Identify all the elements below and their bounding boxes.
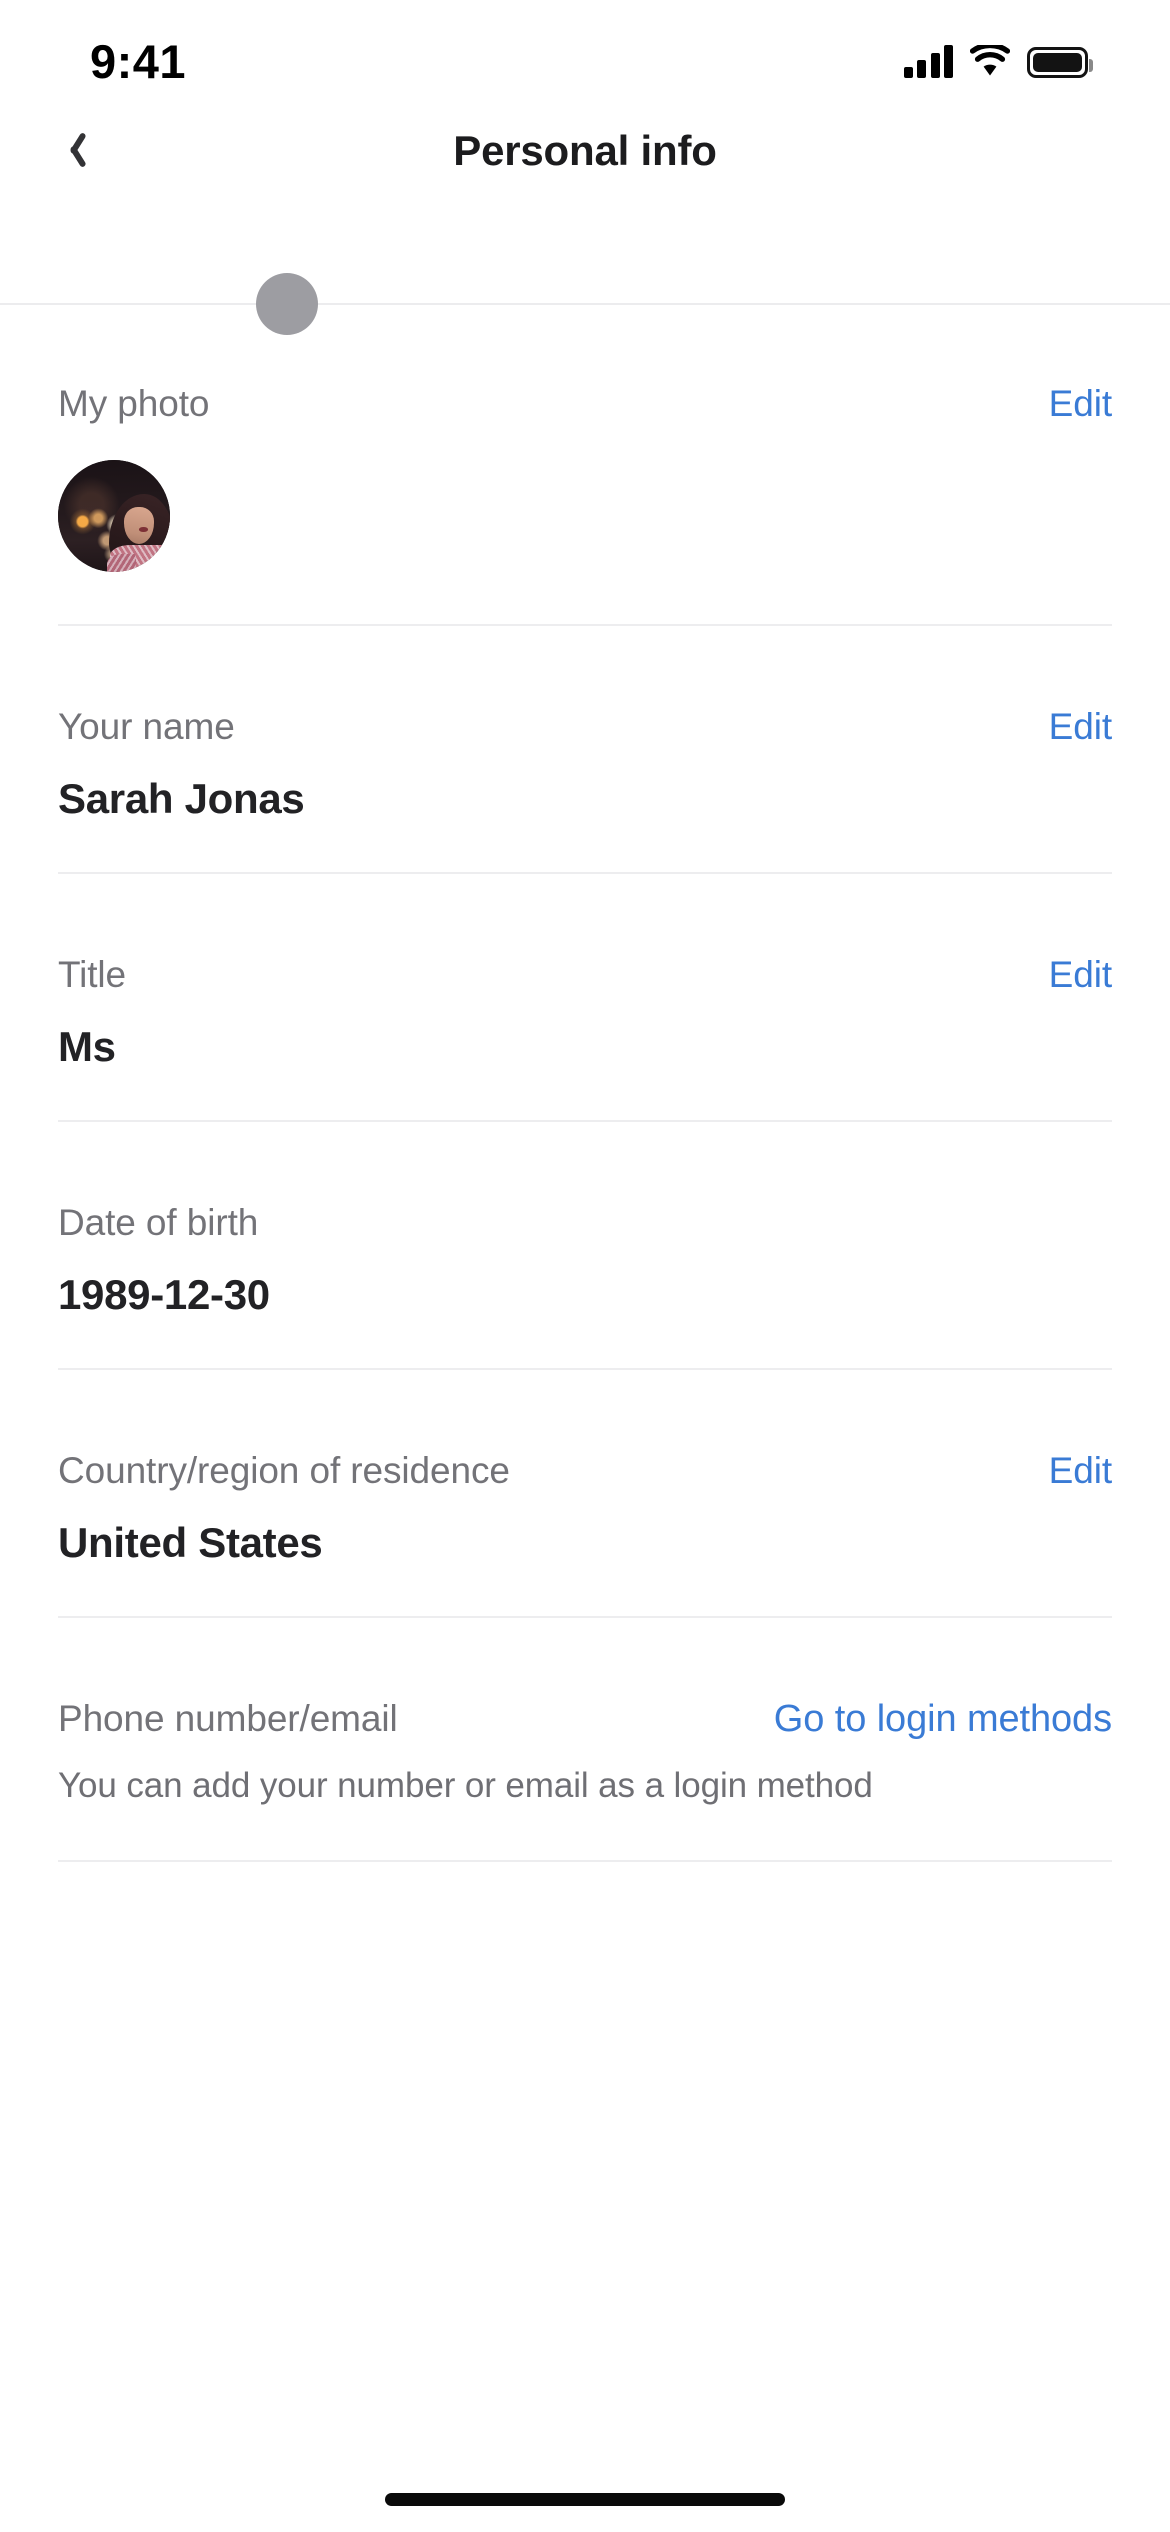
back-button[interactable]	[30, 106, 118, 194]
status-bar: 9:41	[0, 0, 1170, 108]
home-indicator-bar[interactable]	[385, 2493, 785, 2506]
list-item-date-of-birth: Date of birth 1989-12-30	[0, 1122, 1170, 1316]
row-divider	[58, 1859, 1112, 1862]
avatar-jacket-left	[107, 554, 137, 572]
status-bar-indicators	[903, 42, 1093, 78]
avatar-container[interactable]	[58, 422, 1112, 572]
avatar-lips	[138, 527, 148, 532]
edit-country-button[interactable]: Edit	[1049, 1452, 1112, 1489]
list-item-label: My photo	[58, 383, 210, 424]
list-item-value: Sarah Jonas	[58, 775, 305, 822]
cellular-signal-icon	[903, 44, 953, 78]
list-item-hint: You can add your number or email as a lo…	[58, 1766, 873, 1805]
go-to-login-methods-link[interactable]: Go to login methods	[774, 1700, 1112, 1738]
list-item-my-photo: My photo Edit	[0, 303, 1170, 572]
edit-photo-button[interactable]: Edit	[1049, 385, 1112, 422]
personal-info-list: My photo Edit Your name Edit Sarah Jonas	[0, 303, 1170, 1862]
status-bar-time: 9:41	[90, 34, 187, 88]
list-item-value: Ms	[58, 1023, 116, 1070]
edit-title-button[interactable]: Edit	[1049, 956, 1112, 993]
list-item-title: Title Edit Ms	[0, 874, 1170, 1068]
battery-full-icon	[1027, 47, 1093, 78]
list-item-value: United States	[58, 1519, 323, 1566]
edit-name-button[interactable]: Edit	[1049, 708, 1112, 745]
list-item-country-region: Country/region of residence Edit United …	[0, 1370, 1170, 1564]
list-item-your-name: Your name Edit Sarah Jonas	[0, 626, 1170, 820]
list-item-label: Phone number/email	[58, 1698, 398, 1739]
list-item-label: Title	[58, 954, 127, 995]
list-item-phone-email: Phone number/email Go to login methods Y…	[0, 1618, 1170, 1808]
list-item-label: Date of birth	[58, 1202, 259, 1243]
list-item-label: Your name	[58, 706, 235, 747]
list-item-label: Country/region of residence	[58, 1450, 510, 1491]
wifi-icon	[969, 42, 1011, 78]
page-title: Personal info	[453, 127, 717, 174]
avatar[interactable]	[58, 460, 170, 572]
nav-bar: Personal info	[0, 108, 1170, 194]
list-item-value: 1989-12-30	[58, 1271, 270, 1318]
chevron-left-icon	[63, 130, 85, 170]
